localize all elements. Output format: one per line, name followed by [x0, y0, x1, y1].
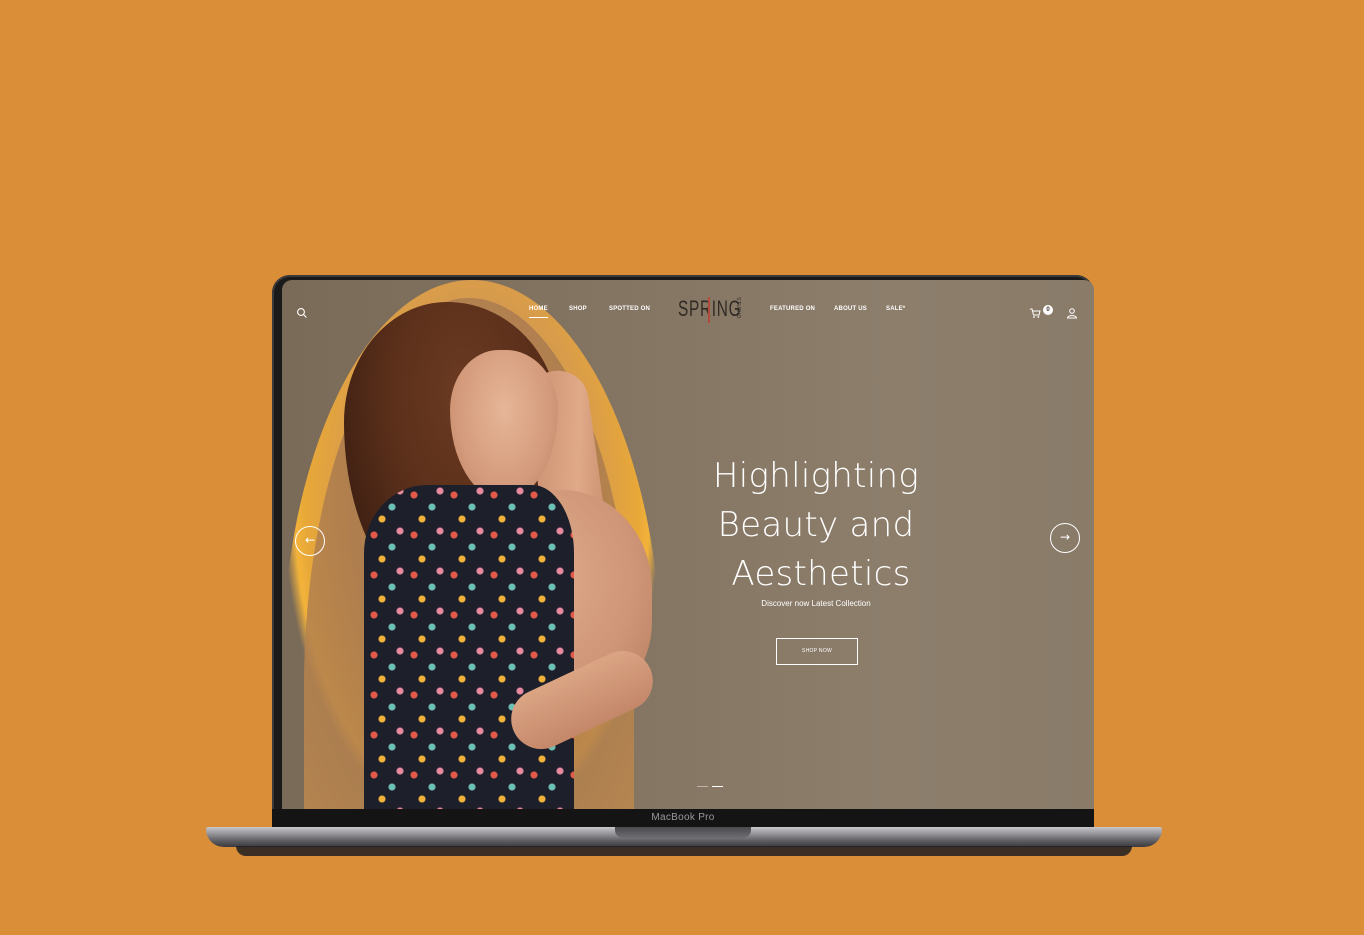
- nav-spotted-on[interactable]: SPOTTED ON: [609, 306, 650, 312]
- next-slide-arrow-icon[interactable]: →: [1050, 523, 1080, 553]
- device-label: MacBook Pro: [651, 812, 715, 823]
- shop-now-button[interactable]: SHOP NOW: [776, 638, 858, 665]
- search-icon[interactable]: [296, 304, 308, 318]
- hero-title-line-1: Highlighting: [712, 456, 920, 496]
- top-navigation: HOME SHOP SPOTTED ON SPRING STUDIO FEATU…: [282, 280, 1094, 340]
- user-icon[interactable]: [1066, 304, 1078, 319]
- model-floral-dress: [364, 485, 574, 809]
- cart-icon[interactable]: [1029, 304, 1041, 318]
- nav-home[interactable]: HOME: [529, 306, 548, 318]
- prev-slide-arrow-icon[interactable]: ←: [295, 526, 325, 556]
- nav-featured-on[interactable]: FEATURED ON: [770, 306, 815, 312]
- hero-subtitle: Discover now Latest Collection: [761, 599, 871, 608]
- hero-title-line-2: Beauty and: [717, 505, 915, 545]
- brand-logo-subtext: STUDIO: [735, 297, 741, 319]
- nav-about-us[interactable]: ABOUT US: [834, 306, 867, 312]
- slide-indicator-2[interactable]: [712, 786, 723, 787]
- slide-indicator-1[interactable]: [697, 786, 708, 787]
- logo-accent-mark: [708, 297, 710, 323]
- laptop-opening-notch: [615, 827, 751, 838]
- hero-title-line-3: Aesthetics: [731, 554, 911, 594]
- scene: HOME SHOP SPOTTED ON SPRING STUDIO FEATU…: [0, 0, 1364, 935]
- cart-count-badge: 0: [1043, 305, 1053, 315]
- nav-shop[interactable]: SHOP: [569, 306, 587, 312]
- website-screen: HOME SHOP SPOTTED ON SPRING STUDIO FEATU…: [282, 280, 1094, 809]
- nav-sale[interactable]: SALE*: [886, 306, 905, 312]
- laptop-base-shadow: [236, 846, 1132, 856]
- hero-title: Highlighting Beauty and Aesthetics: [682, 452, 950, 599]
